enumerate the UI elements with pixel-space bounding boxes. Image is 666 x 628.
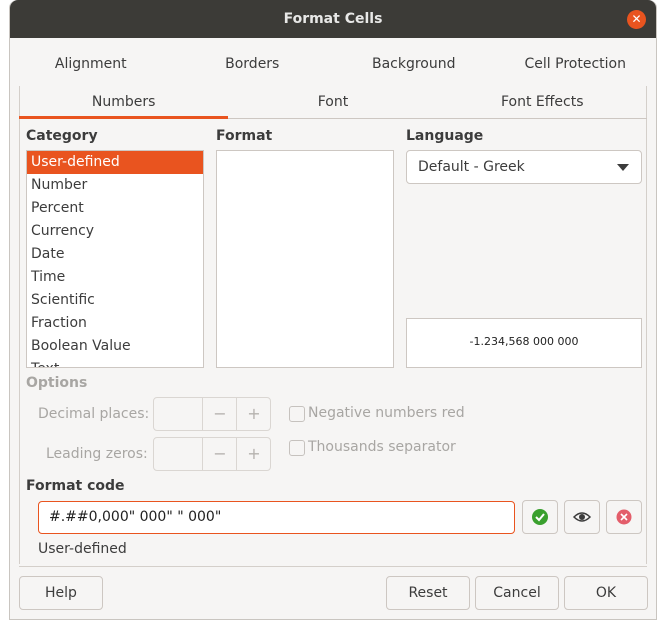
tab-alignment[interactable]: Alignment [10, 42, 172, 86]
sub-tab-bar: Numbers Font Font Effects [19, 86, 647, 119]
decimal-places-spinner[interactable]: − + [153, 397, 271, 431]
top-tab-bar: Alignment Borders Background Cell Protec… [10, 42, 656, 86]
category-item-date[interactable]: Date [27, 243, 203, 266]
format-list[interactable] [216, 150, 394, 368]
window-title: Format Cells [283, 11, 383, 27]
close-icon: ✕ [631, 12, 642, 26]
format-code-label: Format code [26, 478, 125, 494]
close-button[interactable]: ✕ [627, 10, 646, 29]
tab-borders[interactable]: Borders [172, 42, 334, 86]
category-item-fraction[interactable]: Fraction [27, 312, 203, 335]
category-item-number[interactable]: Number [27, 174, 203, 197]
category-label: Category [26, 128, 98, 144]
leading-plus-button[interactable]: + [236, 438, 271, 470]
category-item-percent[interactable]: Percent [27, 197, 203, 220]
leading-zeros-label: Leading zeros: [46, 446, 148, 462]
format-label: Format [216, 128, 273, 144]
delete-circle-icon [616, 509, 632, 525]
format-preview: -1.234,568 000 000 [406, 318, 642, 368]
category-list[interactable]: User-defined Number Percent Currency Dat… [26, 150, 204, 368]
language-select[interactable]: Default - Greek [406, 150, 642, 184]
category-item-boolean[interactable]: Boolean Value [27, 335, 203, 358]
category-item-time[interactable]: Time [27, 266, 203, 289]
tab-numbers[interactable]: Numbers [19, 86, 229, 119]
format-description: User-defined [38, 541, 127, 557]
cancel-button[interactable]: Cancel [475, 576, 559, 610]
format-code-input[interactable]: #.##0,000" 000" " 000" [38, 501, 515, 534]
reset-button[interactable]: Reset [386, 576, 470, 610]
category-item-text[interactable]: Text [27, 358, 203, 367]
format-cells-dialog: Format Cells ✕ Alignment Borders Backgro… [9, 0, 657, 620]
help-button[interactable]: Help [19, 576, 103, 610]
apply-format-button[interactable] [522, 500, 558, 534]
tab-cell-protection[interactable]: Cell Protection [495, 42, 657, 86]
title-bar: Format Cells ✕ [10, 0, 656, 38]
category-item-currency[interactable]: Currency [27, 220, 203, 243]
thousands-separator-label: Thousands separator [308, 439, 456, 455]
leading-minus-button[interactable]: − [202, 438, 237, 470]
decimal-places-label: Decimal places: [38, 406, 150, 422]
options-label: Options [26, 375, 88, 391]
check-circle-icon [532, 509, 548, 525]
decimal-minus-button[interactable]: − [202, 398, 237, 430]
decimal-plus-button[interactable]: + [236, 398, 271, 430]
language-label: Language [406, 128, 484, 144]
leading-zeros-spinner[interactable]: − + [153, 437, 271, 471]
tab-font-effects[interactable]: Font Effects [438, 86, 647, 118]
button-divider [19, 566, 647, 567]
tab-font[interactable]: Font [228, 86, 437, 118]
delete-format-button[interactable] [606, 500, 642, 534]
language-value: Default - Greek [418, 159, 525, 175]
negative-red-checkbox[interactable] [289, 406, 305, 422]
edit-comment-button[interactable] [564, 500, 600, 534]
category-item-user-defined[interactable]: User-defined [27, 151, 203, 174]
thousands-separator-checkbox[interactable] [289, 440, 305, 456]
chevron-down-icon [617, 164, 629, 171]
category-item-scientific[interactable]: Scientific [27, 289, 203, 312]
negative-red-label: Negative numbers red [308, 405, 465, 421]
tab-background[interactable]: Background [333, 42, 495, 86]
ok-button[interactable]: OK [564, 576, 648, 610]
eye-icon [572, 512, 592, 522]
